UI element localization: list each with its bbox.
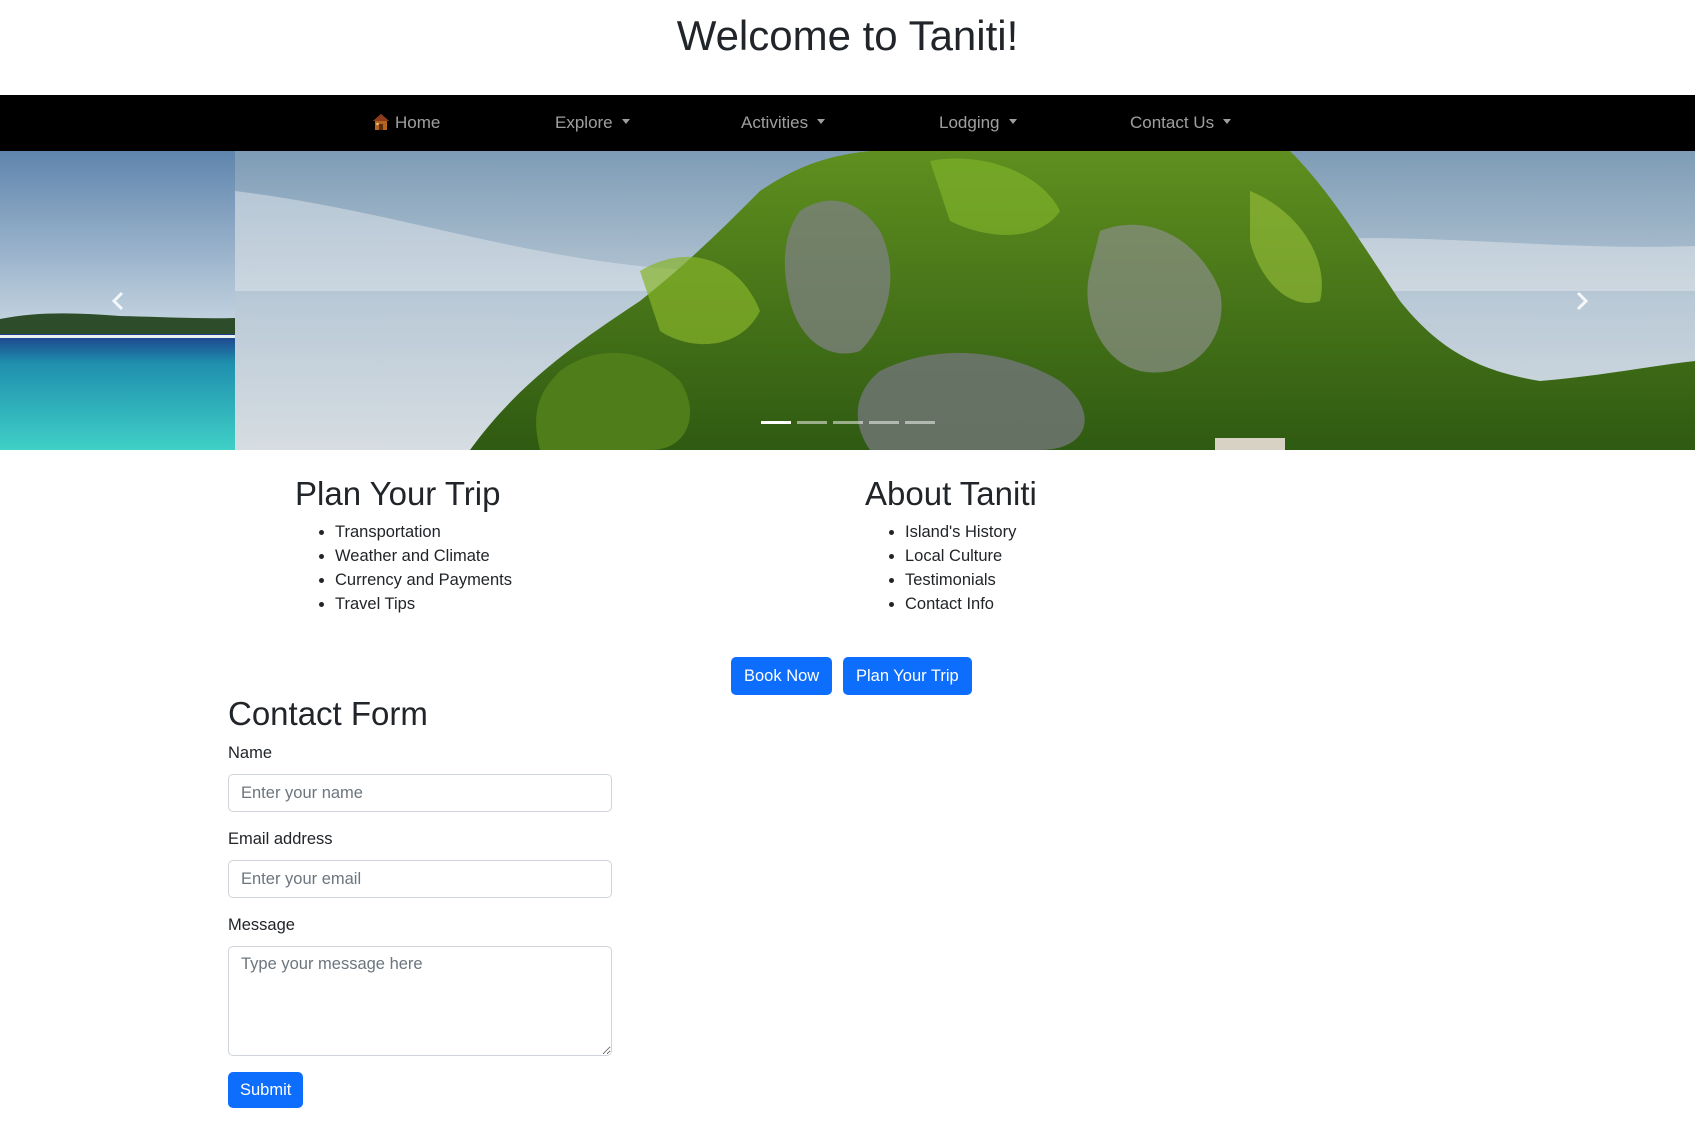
carousel-prev-button[interactable]	[49, 151, 189, 450]
submit-button[interactable]: Submit	[228, 1072, 304, 1108]
main-navbar: Home Explore Activities Lodging Contact …	[0, 95, 1695, 151]
caret-down-icon	[817, 119, 826, 125]
list-item: Island's History	[905, 520, 1016, 544]
name-label: Name	[228, 744, 273, 762]
nav-item-activities[interactable]: Activities	[741, 95, 826, 151]
nav-item-lodging-label: Lodging	[939, 113, 1000, 132]
message-label: Message	[228, 916, 295, 934]
nav-item-explore-label: Explore	[555, 113, 613, 132]
list-item: Travel Tips	[335, 592, 512, 616]
nav-item-contact-us-label: Contact Us	[1130, 113, 1215, 132]
chevron-left-icon	[111, 291, 124, 310]
carousel-indicator-5[interactable]	[904, 421, 935, 424]
email-label: Email address	[228, 830, 333, 848]
email-input[interactable]	[228, 860, 612, 898]
about-taniti-list: Island's History Local Culture Testimoni…	[865, 520, 1016, 616]
caret-down-icon	[1008, 119, 1017, 125]
image-carousel	[0, 151, 1695, 450]
plan-your-trip-list: Transportation Weather and Climate Curre…	[295, 520, 512, 616]
nav-item-explore[interactable]: Explore	[555, 95, 630, 151]
carousel-indicator-3[interactable]	[832, 421, 863, 424]
carousel-indicator-4[interactable]	[868, 421, 899, 424]
chevron-right-icon	[1576, 291, 1589, 310]
list-item: Contact Info	[905, 592, 1016, 616]
carousel-next-button[interactable]	[1511, 151, 1651, 450]
book-now-button[interactable]: Book Now	[731, 657, 833, 695]
nav-item-lodging[interactable]: Lodging	[939, 95, 1017, 151]
list-item: Currency and Payments	[335, 568, 512, 592]
plan-your-trip-heading: Plan Your Trip	[295, 475, 501, 512]
nav-item-contact-us[interactable]: Contact Us	[1130, 95, 1232, 151]
home-icon	[373, 114, 389, 130]
nav-item-home-label: Home	[395, 113, 441, 132]
message-textarea[interactable]	[228, 946, 612, 1056]
list-item: Weather and Climate	[335, 544, 512, 568]
carousel-indicators	[0, 421, 1695, 424]
plan-your-trip-button[interactable]: Plan Your Trip	[843, 657, 972, 695]
caret-down-icon	[1223, 119, 1232, 125]
name-input[interactable]	[228, 774, 612, 812]
list-item: Testimonials	[905, 568, 1016, 592]
nav-item-activities-label: Activities	[741, 113, 809, 132]
list-item: Local Culture	[905, 544, 1016, 568]
list-item: Transportation	[335, 520, 512, 544]
caret-down-icon	[621, 119, 630, 125]
contact-form-heading: Contact Form	[228, 695, 428, 732]
about-taniti-heading: About Taniti	[865, 475, 1037, 512]
page-title: Welcome to Taniti!	[676, 12, 1019, 59]
carousel-indicator-2[interactable]	[796, 421, 827, 424]
carousel-slide-image	[0, 151, 1695, 450]
nav-item-home[interactable]: Home	[372, 95, 440, 151]
carousel-indicator-1[interactable]	[760, 421, 791, 424]
